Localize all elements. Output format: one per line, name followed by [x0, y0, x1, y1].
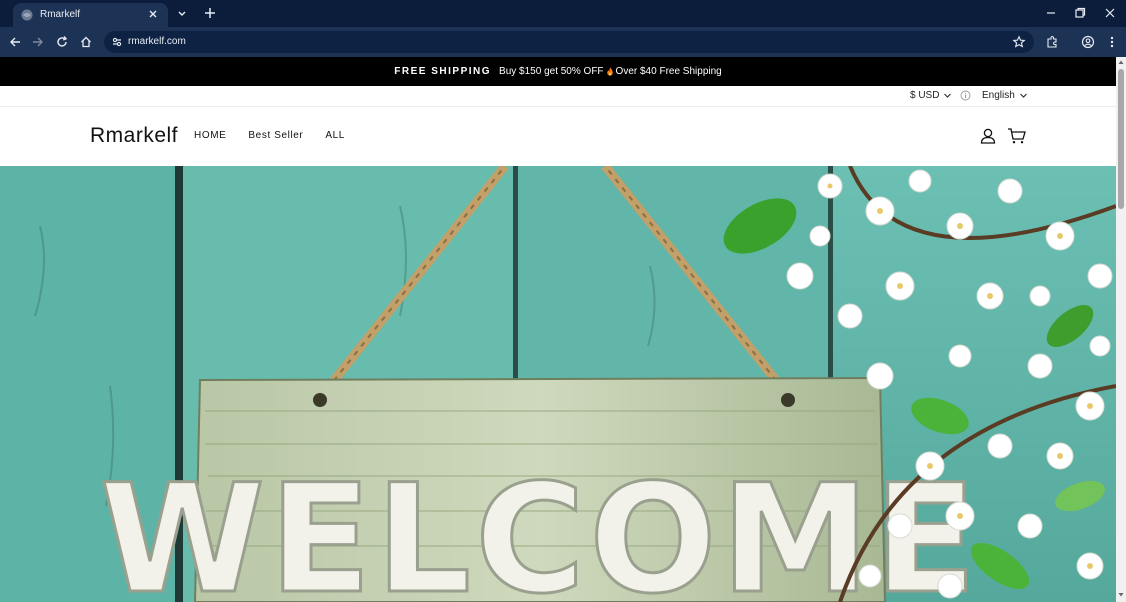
- scroll-down-icon[interactable]: [1118, 592, 1124, 598]
- browser-tab[interactable]: Rmarkelf: [13, 3, 168, 27]
- currency-chevron-down-icon: [944, 93, 952, 98]
- browser-tab-bar: Rmarkelf: [0, 0, 1126, 27]
- star-icon[interactable]: [1012, 35, 1026, 49]
- home-icon[interactable]: [79, 35, 93, 49]
- back-icon[interactable]: [8, 35, 22, 49]
- nav-all[interactable]: ALL: [325, 130, 345, 141]
- scroll-up-icon[interactable]: [1118, 59, 1124, 65]
- browser-toolbar: rmarkelf.com: [0, 27, 1126, 57]
- hero-banner-image: WELCOME: [0, 166, 1116, 602]
- restore-icon[interactable]: [1073, 6, 1087, 20]
- language-selector[interactable]: English: [982, 90, 1028, 101]
- site-header: Rmarkelf HOME Best Seller ALL: [0, 107, 1116, 166]
- new-tab-plus-icon[interactable]: [203, 6, 217, 20]
- page-scrollbar[interactable]: [1116, 57, 1126, 602]
- currency-label: $ USD: [910, 90, 940, 101]
- language-label: English: [982, 90, 1015, 101]
- account-icon[interactable]: [979, 127, 997, 145]
- welcome-sign-illustration: WELCOME: [0, 166, 1116, 602]
- tab-search-chevron-down-icon[interactable]: [175, 7, 189, 21]
- close-icon[interactable]: [146, 7, 160, 21]
- web-page: FREE SHIPPING Buy $150 get 50% OFF Over …: [0, 57, 1116, 602]
- address-bar[interactable]: rmarkelf.com: [104, 31, 1034, 53]
- announcement-bar: FREE SHIPPING Buy $150 get 50% OFF Over …: [0, 57, 1116, 86]
- site-favicon-icon: [21, 9, 33, 21]
- utility-bar: $ USD English: [0, 86, 1116, 107]
- language-chevron-down-icon: [1019, 93, 1027, 98]
- window-close-icon[interactable]: [1103, 6, 1117, 20]
- minimize-icon[interactable]: [1044, 6, 1058, 20]
- site-info-icon[interactable]: [110, 35, 124, 49]
- cart-icon[interactable]: [1007, 127, 1027, 145]
- currency-selector[interactable]: $ USD: [910, 90, 971, 101]
- forward-icon[interactable]: [31, 35, 45, 49]
- url-text[interactable]: rmarkelf.com: [128, 36, 186, 47]
- tab-title: Rmarkelf: [40, 9, 81, 20]
- site-logo[interactable]: Rmarkelf: [90, 124, 178, 148]
- fire-icon: [606, 67, 613, 76]
- main-nav: HOME Best Seller ALL: [194, 130, 345, 141]
- more-icon[interactable]: [1105, 35, 1119, 49]
- announcement-text-before: Buy $150 get 50% OFF: [499, 66, 604, 77]
- scrollbar-thumb[interactable]: [1118, 69, 1124, 209]
- announcement-text-after: Over $40 Free Shipping: [615, 66, 722, 77]
- info-icon[interactable]: [960, 90, 971, 101]
- extensions-icon[interactable]: [1045, 35, 1059, 49]
- profile-icon[interactable]: [1081, 35, 1095, 49]
- reload-icon[interactable]: [55, 35, 69, 49]
- nav-best-seller[interactable]: Best Seller: [248, 130, 303, 141]
- nav-home[interactable]: HOME: [194, 130, 226, 141]
- announcement-bold: FREE SHIPPING: [394, 66, 492, 77]
